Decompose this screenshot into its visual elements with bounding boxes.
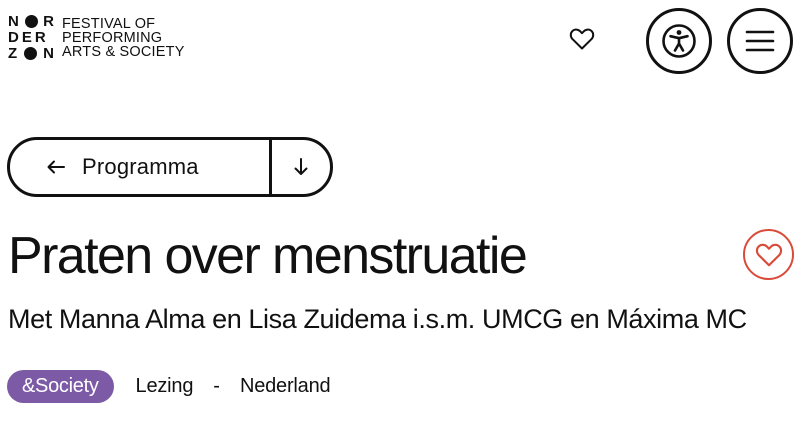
- event-subtitle: Met Manna Alma en Lisa Zuidema i.s.m. UM…: [8, 304, 747, 334]
- logo-row-1: N R: [8, 14, 54, 29]
- scroll-down-button[interactable]: [272, 140, 330, 194]
- logo-tagline-line: FESTIVAL OF: [62, 16, 156, 32]
- logo-mark: N R DER Z N: [8, 8, 54, 61]
- programma-nav-pill: Programma: [7, 137, 333, 197]
- back-button-label: Programma: [82, 154, 199, 179]
- tag-separator: -: [213, 374, 220, 397]
- arrow-down-icon: [294, 158, 308, 175]
- favorites-button[interactable]: [566, 24, 598, 54]
- hamburger-menu-icon: [745, 30, 775, 52]
- logo-letter: N: [8, 13, 19, 30]
- logo-tagline: FESTIVAL OF PERFORMING ARTS & SOCIETY: [62, 16, 185, 60]
- heart-icon: [755, 243, 782, 266]
- logo-letter: Z: [8, 45, 18, 62]
- accessibility-icon: [662, 24, 696, 58]
- logo-letter: R: [43, 13, 54, 30]
- event-type: Lezing: [135, 374, 194, 397]
- logo-dot: [24, 15, 38, 28]
- logo-letters: DER: [8, 29, 49, 46]
- heart-icon: [569, 28, 595, 50]
- logo-tagline-line: PERFORMING: [62, 30, 163, 46]
- event-country: Nederland: [239, 374, 331, 397]
- back-to-programma-button[interactable]: Programma: [10, 140, 272, 194]
- festival-logo[interactable]: N R DER Z N FESTIVAL OF PERFORMING ARTS …: [8, 8, 208, 64]
- accessibility-button[interactable]: [646, 8, 712, 74]
- logo-letter: N: [43, 45, 54, 62]
- arrow-left-icon: [46, 156, 68, 178]
- logo-row-2: DER: [8, 30, 54, 45]
- category-badge[interactable]: &Society: [7, 369, 114, 403]
- logo-row-3: Z N: [8, 46, 54, 61]
- add-to-favorites-button[interactable]: [743, 229, 794, 280]
- menu-button[interactable]: [727, 8, 793, 74]
- logo-dot: [23, 47, 37, 60]
- event-title: Praten over menstruatie: [8, 227, 528, 285]
- logo-tagline-line: ARTS & SOCIETY: [62, 44, 185, 60]
- event-tags: &Society Lezing - Nederland: [7, 369, 331, 403]
